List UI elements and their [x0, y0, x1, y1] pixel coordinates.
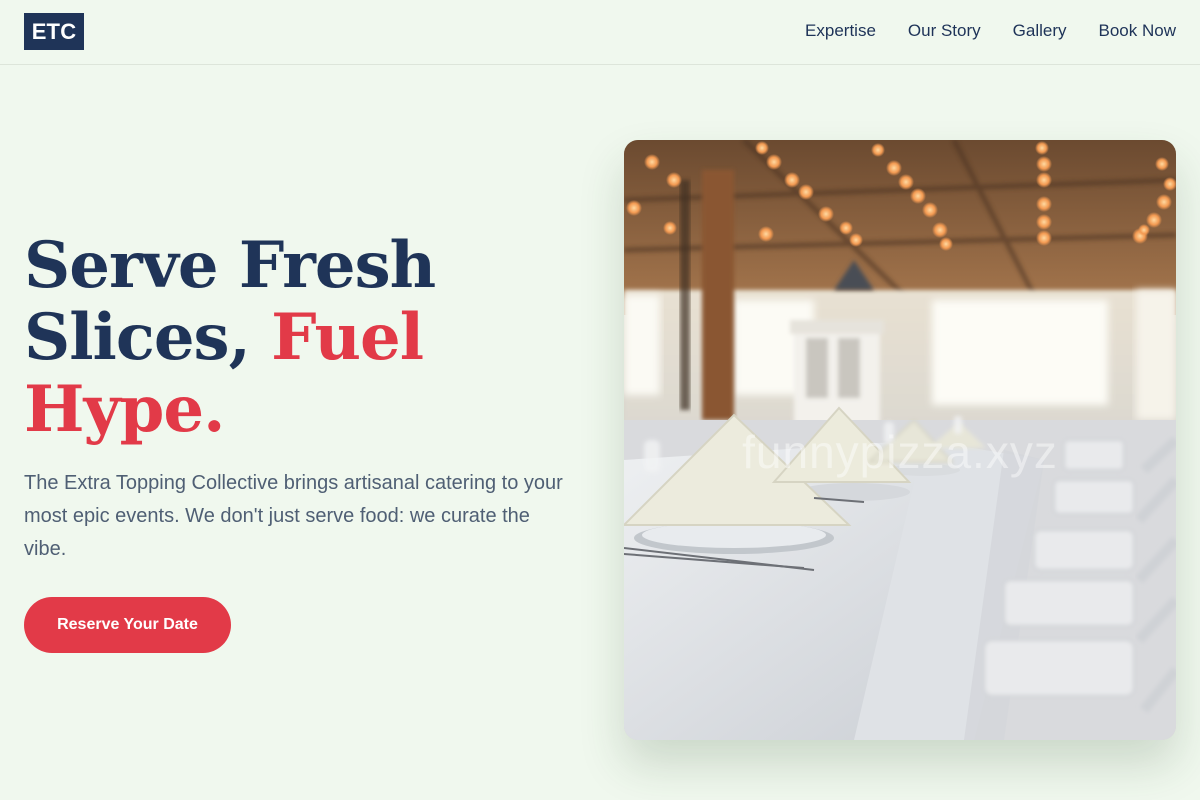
- reserve-date-button[interactable]: Reserve Your Date: [24, 597, 231, 653]
- nav-our-story[interactable]: Our Story: [908, 20, 981, 42]
- hero-title: Serve Fresh Slices, Fuel Hype.: [24, 230, 584, 446]
- watermark: funnypizza.xyz: [742, 426, 1058, 478]
- nav-gallery[interactable]: Gallery: [1013, 20, 1067, 42]
- nav-book-now[interactable]: Book Now: [1099, 20, 1176, 42]
- banquet-table-photo: funnypizza.xyz: [624, 140, 1176, 740]
- hero-title-accent-fuel: Fuel: [271, 300, 424, 375]
- logo[interactable]: ETC: [24, 13, 84, 50]
- site-header: ETC Expertise Our Story Gallery Book Now: [0, 0, 1200, 65]
- hero-title-accent-hype: Hype.: [24, 372, 225, 447]
- hero-title-line1: Serve Fresh: [24, 228, 436, 303]
- hero-title-line2: Slices,: [24, 300, 272, 375]
- nav-expertise[interactable]: Expertise: [805, 20, 876, 42]
- hero-description: The Extra Topping Collective brings arti…: [24, 472, 563, 560]
- main-nav: Expertise Our Story Gallery Book Now: [805, 20, 1176, 42]
